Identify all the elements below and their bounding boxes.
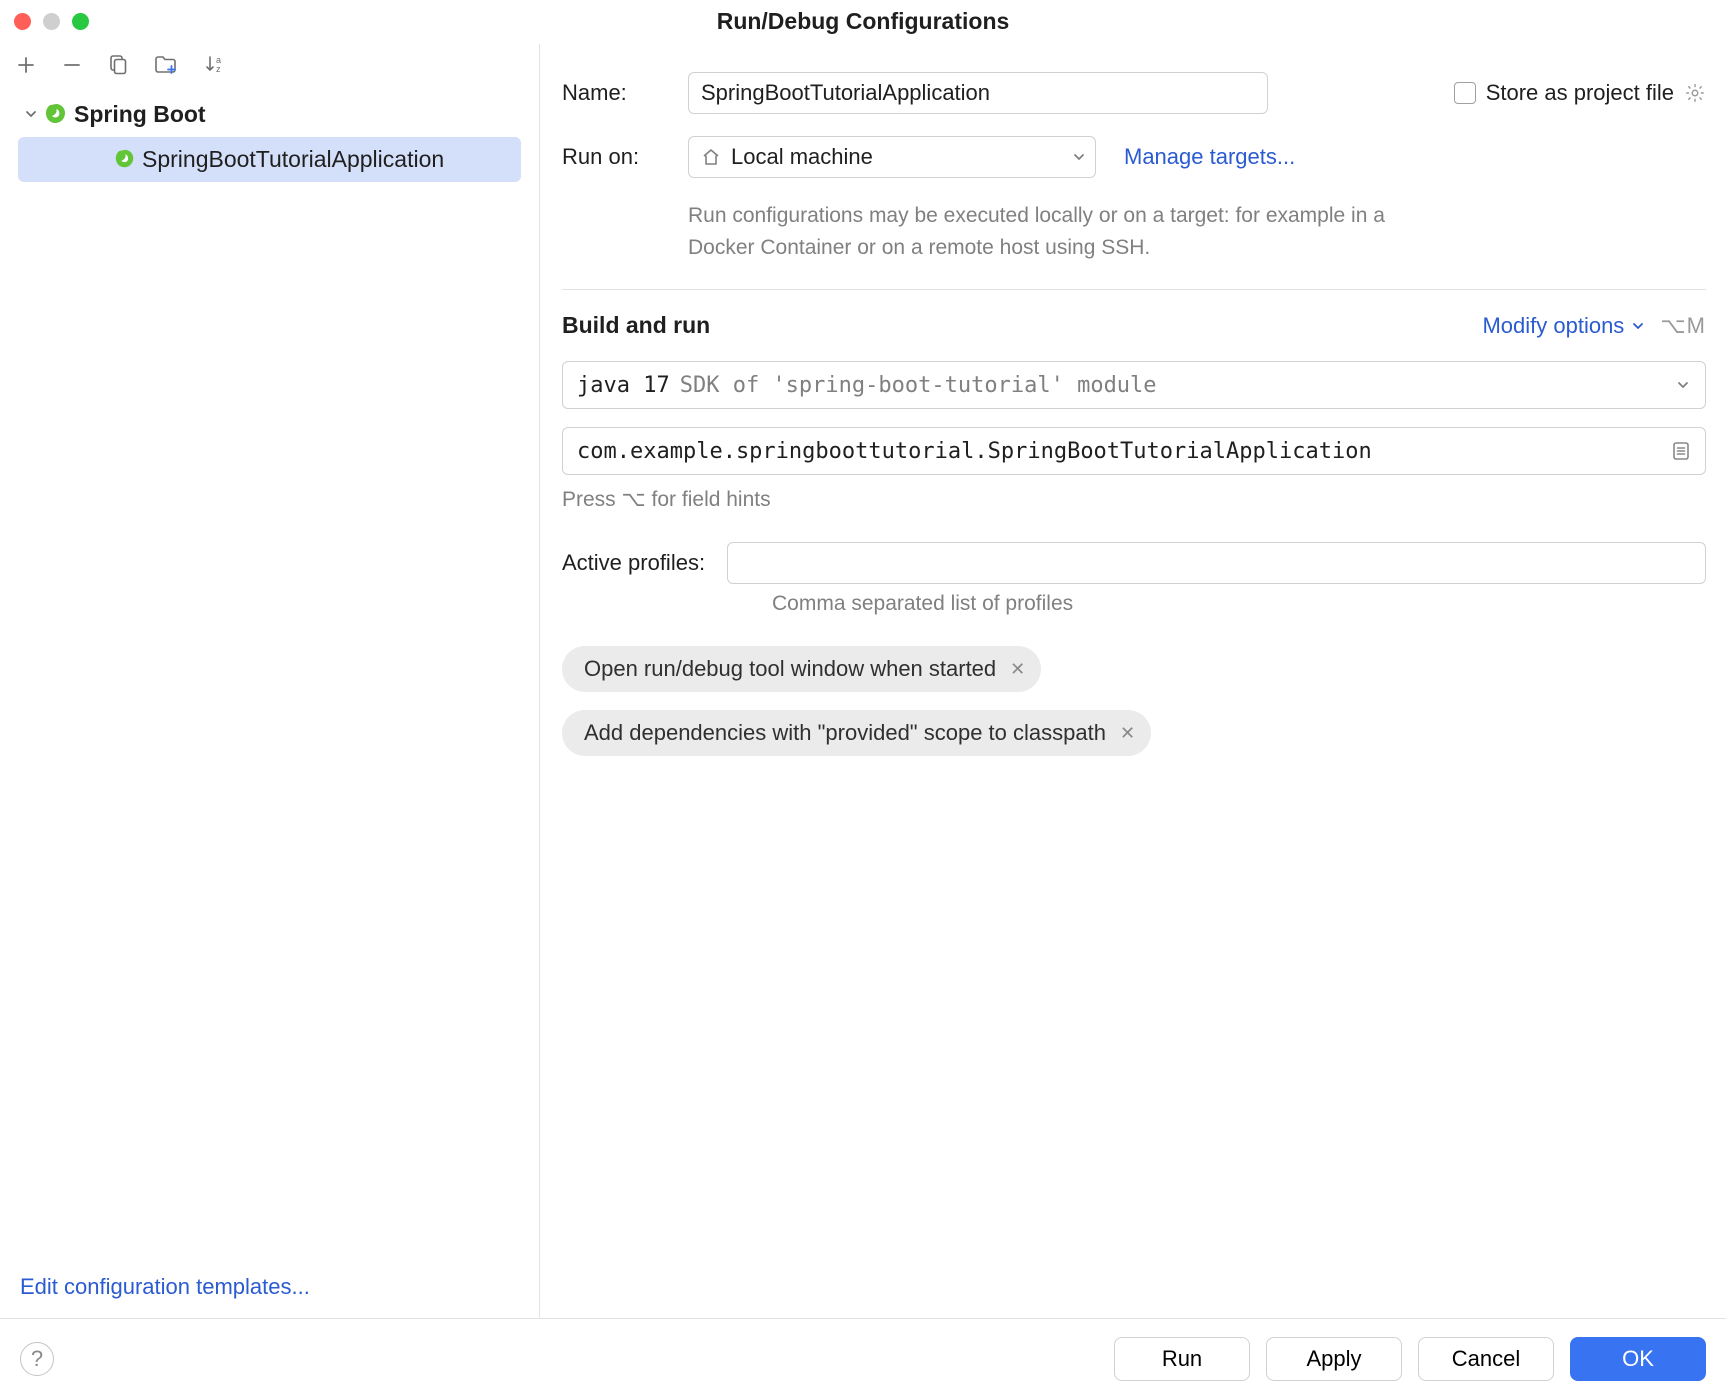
spring-boot-icon bbox=[114, 148, 136, 170]
tree-item-label: SpringBootTutorialApplication bbox=[142, 141, 444, 178]
ok-button[interactable]: OK bbox=[1570, 1337, 1706, 1381]
divider bbox=[562, 289, 1706, 290]
apply-button[interactable]: Apply bbox=[1266, 1337, 1402, 1381]
tree-item-springboottutorialapplication[interactable]: SpringBootTutorialApplication bbox=[18, 137, 521, 182]
modify-options-shortcut: ⌥M bbox=[1660, 313, 1706, 339]
browse-class-icon[interactable] bbox=[1667, 440, 1695, 462]
run-on-label: Run on: bbox=[562, 144, 668, 170]
build-and-run-header: Build and run Modify options ⌥M bbox=[562, 312, 1706, 339]
modify-options-label: Modify options bbox=[1482, 313, 1624, 339]
configuration-form: Name: Store as project file Run on: Loca… bbox=[540, 44, 1726, 1318]
active-profiles-row: Active profiles: bbox=[562, 542, 1706, 584]
jdk-name: java 17 bbox=[577, 373, 670, 398]
main-class-value: com.example.springboottutorial.SpringBoo… bbox=[577, 439, 1667, 464]
window-title: Run/Debug Configurations bbox=[0, 8, 1726, 35]
run-on-dropdown[interactable]: Local machine bbox=[688, 136, 1096, 178]
field-hint: Press ⌥ for field hints bbox=[562, 487, 1706, 512]
edit-templates-link[interactable]: Edit configuration templates... bbox=[20, 1274, 310, 1299]
chip-label: Open run/debug tool window when started bbox=[584, 656, 996, 682]
sidebar-footer: Edit configuration templates... bbox=[0, 1256, 539, 1318]
cancel-button[interactable]: Cancel bbox=[1418, 1337, 1554, 1381]
name-label: Name: bbox=[562, 80, 668, 106]
main-class-field[interactable]: com.example.springboottutorial.SpringBoo… bbox=[562, 427, 1706, 475]
chip-open-tool-window[interactable]: Open run/debug tool window when started … bbox=[562, 646, 1041, 692]
sidebar-toolbar: az bbox=[0, 54, 539, 88]
active-profiles-help: Comma separated list of profiles bbox=[772, 592, 1706, 616]
build-and-run-title: Build and run bbox=[562, 312, 710, 339]
close-icon[interactable]: ✕ bbox=[1010, 659, 1025, 680]
manage-targets-link[interactable]: Manage targets... bbox=[1124, 144, 1295, 170]
chevron-down-icon bbox=[1071, 149, 1087, 165]
run-on-row: Run on: Local machine Manage targets... bbox=[562, 136, 1706, 178]
save-folder-icon[interactable] bbox=[154, 54, 178, 76]
chevron-down-icon bbox=[1675, 377, 1691, 393]
tree-category-label: Spring Boot bbox=[74, 96, 206, 133]
tree-category-spring-boot[interactable]: Spring Boot bbox=[0, 92, 539, 137]
home-icon bbox=[701, 147, 721, 167]
jdk-selector[interactable]: java 17 SDK of 'spring-boot-tutorial' mo… bbox=[562, 361, 1706, 409]
close-icon[interactable]: ✕ bbox=[1120, 723, 1135, 744]
options-chips: Open run/debug tool window when started … bbox=[562, 646, 1706, 756]
run-button[interactable]: Run bbox=[1114, 1337, 1250, 1381]
gear-icon[interactable] bbox=[1684, 82, 1706, 104]
remove-icon[interactable] bbox=[62, 55, 82, 75]
run-on-help-text: Run configurations may be executed local… bbox=[688, 200, 1408, 263]
store-checkbox[interactable] bbox=[1454, 82, 1476, 104]
modify-options-dropdown[interactable]: Modify options bbox=[1482, 313, 1646, 339]
svg-text:z: z bbox=[216, 64, 221, 74]
sort-icon[interactable]: az bbox=[204, 54, 226, 76]
run-on-value: Local machine bbox=[731, 144, 1061, 170]
chip-label: Add dependencies with "provided" scope t… bbox=[584, 720, 1106, 746]
chevron-down-icon bbox=[24, 107, 38, 121]
copy-icon[interactable] bbox=[108, 54, 128, 76]
active-profiles-input[interactable] bbox=[727, 542, 1706, 584]
active-profiles-label: Active profiles: bbox=[562, 550, 705, 576]
store-label: Store as project file bbox=[1486, 80, 1674, 106]
configurations-sidebar: az Spring Boot SpringBootTutorialApplica… bbox=[0, 44, 540, 1318]
titlebar: Run/Debug Configurations bbox=[0, 0, 1726, 44]
add-icon[interactable] bbox=[16, 55, 36, 75]
configurations-tree: Spring Boot SpringBootTutorialApplicatio… bbox=[0, 88, 539, 1256]
name-input[interactable] bbox=[688, 72, 1268, 114]
help-button[interactable]: ? bbox=[20, 1342, 54, 1376]
name-row: Name: Store as project file bbox=[562, 72, 1706, 114]
store-as-project-file[interactable]: Store as project file bbox=[1454, 80, 1706, 106]
spring-boot-icon bbox=[44, 102, 68, 126]
chip-provided-scope[interactable]: Add dependencies with "provided" scope t… bbox=[562, 710, 1151, 756]
dialog-footer: ? Run Apply Cancel OK bbox=[0, 1318, 1726, 1398]
jdk-description: SDK of 'spring-boot-tutorial' module bbox=[680, 373, 1157, 398]
